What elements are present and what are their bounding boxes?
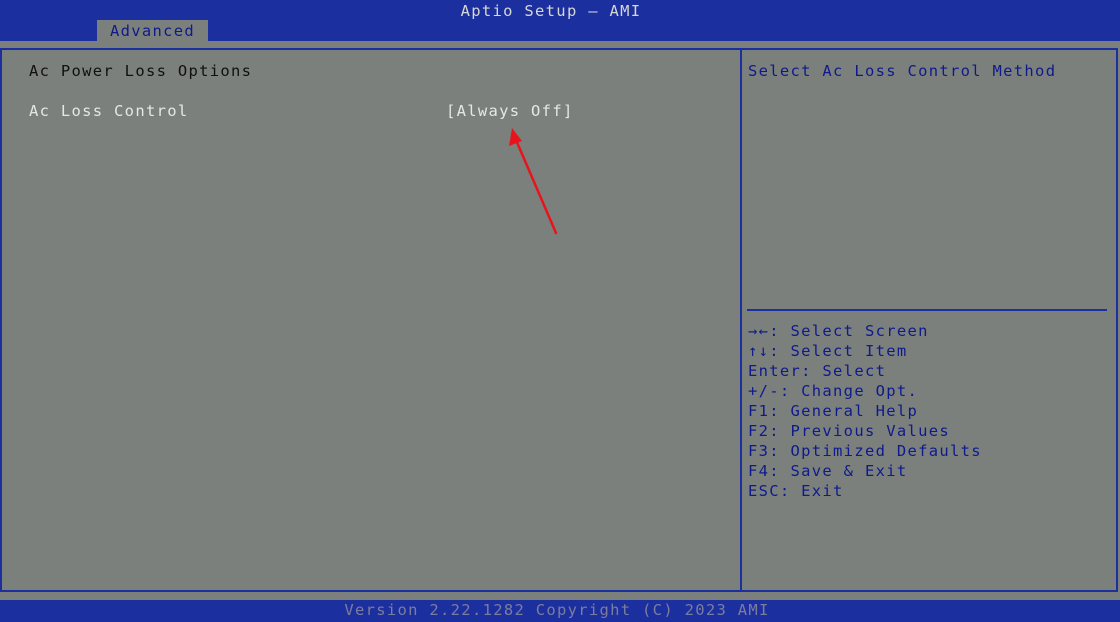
app-title: Aptio Setup – AMI xyxy=(460,2,642,20)
key-hint-select-screen: →←: Select Screen xyxy=(748,322,929,340)
key-hint-enter: Enter: Select xyxy=(748,362,887,380)
tab-advanced[interactable]: Advanced xyxy=(97,20,208,41)
key-hint-change-opt: +/-: Change Opt. xyxy=(748,382,919,400)
panel-divider xyxy=(740,50,742,592)
key-hint-previous-values: F2: Previous Values xyxy=(748,422,951,440)
key-hint-save-exit: F4: Save & Exit xyxy=(748,462,908,480)
help-description: Select Ac Loss Control Method xyxy=(748,62,1057,80)
setting-ac-loss-control-value[interactable]: [Always Off] xyxy=(446,101,574,121)
title-bar: Aptio Setup – AMI Advanced xyxy=(0,0,1120,41)
section-title: Ac Power Loss Options xyxy=(29,62,253,80)
version-text: Version 2.22.1282 Copyright (C) 2023 AMI xyxy=(344,601,770,619)
key-hint-select-item: ↑↓: Select Item xyxy=(748,342,908,360)
main-frame xyxy=(0,48,1118,592)
help-divider xyxy=(747,309,1107,311)
key-hint-escape: ESC: Exit xyxy=(748,482,844,500)
setting-ac-loss-control-label[interactable]: Ac Loss Control xyxy=(29,101,188,121)
key-hint-general-help: F1: General Help xyxy=(748,402,919,420)
bios-screen: Aptio Setup – AMI Advanced Ac Power Loss… xyxy=(0,0,1120,622)
key-hint-optimized-defaults: F3: Optimized Defaults xyxy=(748,442,982,460)
key-legend: →←: Select Screen ↑↓: Select Item Enter:… xyxy=(748,321,982,501)
footer-bar: Version 2.22.1282 Copyright (C) 2023 AMI xyxy=(0,600,1120,622)
